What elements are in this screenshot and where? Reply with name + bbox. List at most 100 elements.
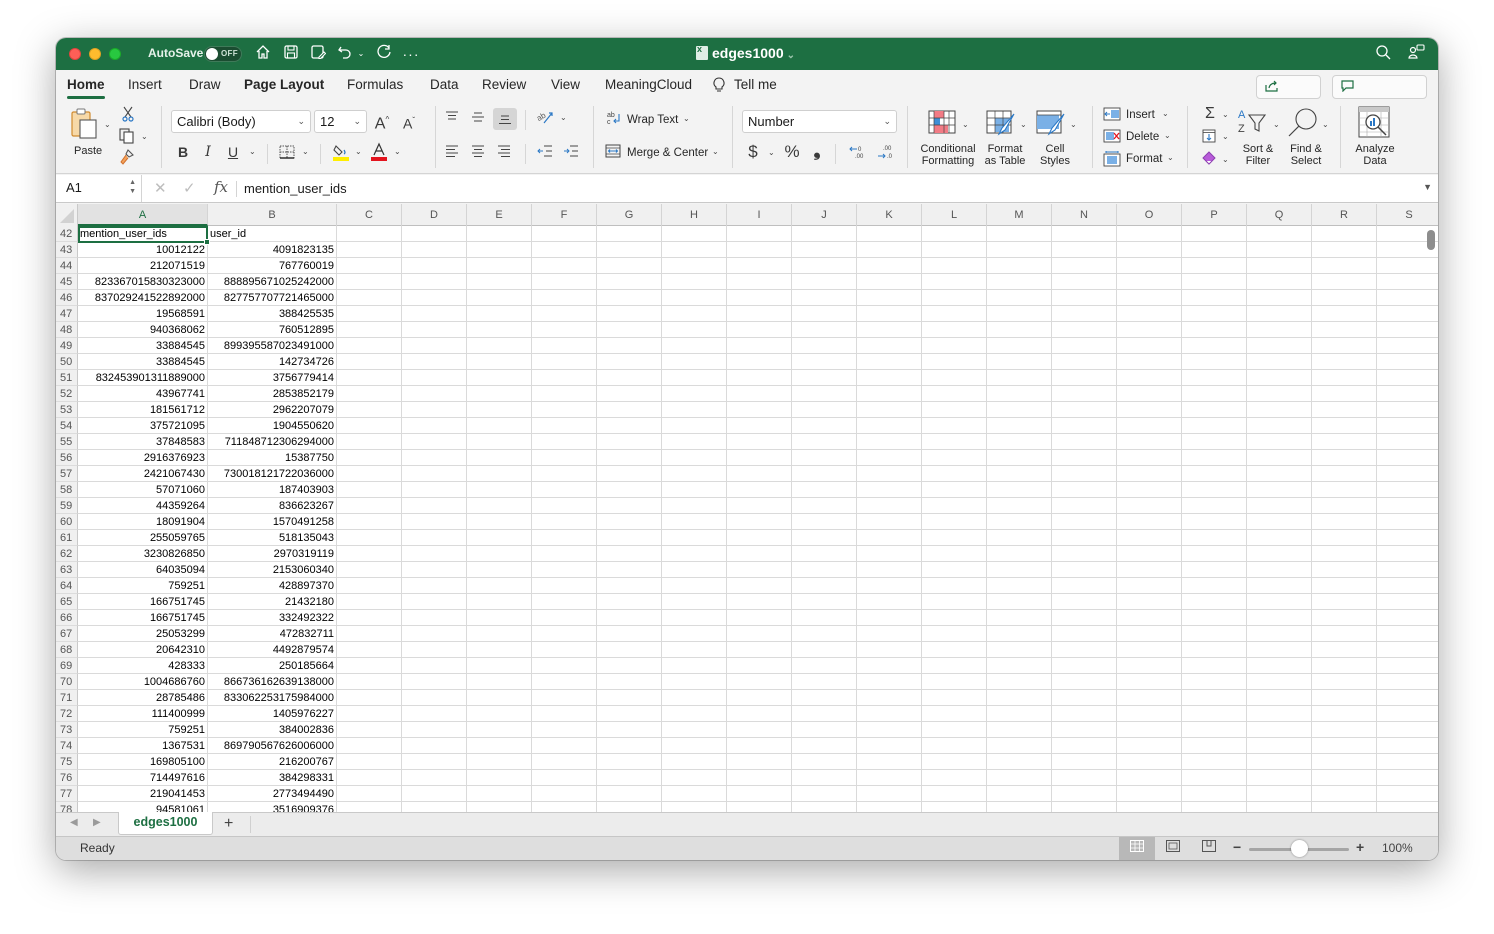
data-cell[interactable] bbox=[1312, 770, 1377, 786]
data-cell[interactable] bbox=[532, 530, 597, 546]
row-header[interactable]: 66 bbox=[56, 610, 78, 626]
data-cell[interactable] bbox=[1247, 258, 1312, 274]
column-header-r[interactable]: R bbox=[1312, 204, 1377, 226]
data-cell[interactable] bbox=[662, 626, 727, 642]
data-cell[interactable] bbox=[1182, 594, 1247, 610]
copy-dropdown-chevron-icon[interactable]: ⌄ bbox=[141, 132, 148, 141]
data-cell[interactable] bbox=[1182, 370, 1247, 386]
align-left-icon[interactable] bbox=[444, 144, 460, 160]
data-cell[interactable] bbox=[1247, 754, 1312, 770]
row-header[interactable]: 42 bbox=[56, 226, 78, 242]
data-cell[interactable] bbox=[792, 530, 857, 546]
data-cell[interactable]: 2421067430 bbox=[78, 466, 208, 482]
data-cell[interactable] bbox=[1247, 418, 1312, 434]
data-cell[interactable] bbox=[1377, 402, 1438, 418]
data-cell[interactable] bbox=[662, 354, 727, 370]
data-cell[interactable] bbox=[1312, 786, 1377, 802]
data-cell[interactable] bbox=[857, 610, 922, 626]
data-cell[interactable] bbox=[597, 274, 662, 290]
cell-styles-icon[interactable] bbox=[1036, 110, 1066, 139]
data-cell[interactable] bbox=[1377, 594, 1438, 610]
data-cell[interactable]: 388425535 bbox=[208, 306, 337, 322]
data-cell[interactable] bbox=[662, 402, 727, 418]
data-cell[interactable] bbox=[337, 450, 402, 466]
row-header[interactable]: 62 bbox=[56, 546, 78, 562]
data-cell[interactable] bbox=[337, 802, 402, 812]
data-cell[interactable] bbox=[1117, 242, 1182, 258]
zoom-slider-thumb[interactable] bbox=[1291, 840, 1308, 857]
row-header[interactable]: 75 bbox=[56, 754, 78, 770]
data-cell[interactable] bbox=[662, 258, 727, 274]
conditional-formatting-dropdown-chevron-icon[interactable]: ⌄ bbox=[962, 120, 969, 129]
row-header[interactable]: 50 bbox=[56, 354, 78, 370]
data-cell[interactable] bbox=[727, 242, 792, 258]
data-cell[interactable] bbox=[467, 386, 532, 402]
data-cell[interactable]: 33884545 bbox=[78, 338, 208, 354]
data-cell[interactable] bbox=[857, 530, 922, 546]
column-header-s[interactable]: S bbox=[1377, 204, 1438, 226]
data-cell[interactable] bbox=[1377, 498, 1438, 514]
column-header-l[interactable]: L bbox=[922, 204, 987, 226]
data-cell[interactable] bbox=[1117, 642, 1182, 658]
data-cell[interactable] bbox=[922, 434, 987, 450]
data-cell[interactable] bbox=[597, 290, 662, 306]
data-cell[interactable] bbox=[792, 690, 857, 706]
data-cell[interactable]: 18091904 bbox=[78, 514, 208, 530]
data-cell[interactable] bbox=[337, 722, 402, 738]
data-cell[interactable] bbox=[532, 610, 597, 626]
data-cell[interactable] bbox=[337, 354, 402, 370]
data-cell[interactable] bbox=[662, 370, 727, 386]
data-cell[interactable] bbox=[1117, 434, 1182, 450]
borders-icon[interactable] bbox=[278, 144, 296, 163]
data-cell[interactable] bbox=[597, 594, 662, 610]
align-center-icon[interactable] bbox=[470, 144, 486, 160]
data-cell[interactable] bbox=[337, 690, 402, 706]
data-cell[interactable] bbox=[467, 546, 532, 562]
data-cell[interactable] bbox=[792, 498, 857, 514]
data-cell[interactable] bbox=[792, 482, 857, 498]
data-cell[interactable] bbox=[532, 802, 597, 812]
analyze-data-label[interactable]: Analyze Data bbox=[1354, 143, 1396, 167]
data-cell[interactable]: 43967741 bbox=[78, 386, 208, 402]
data-cell[interactable]: 714497616 bbox=[78, 770, 208, 786]
delete-cells-icon[interactable] bbox=[1103, 129, 1121, 146]
data-cell[interactable] bbox=[792, 722, 857, 738]
data-cell[interactable] bbox=[857, 434, 922, 450]
data-cell[interactable] bbox=[532, 274, 597, 290]
data-cell[interactable] bbox=[662, 498, 727, 514]
data-cell[interactable]: 940368062 bbox=[78, 322, 208, 338]
row-header[interactable]: 58 bbox=[56, 482, 78, 498]
increase-decimal-icon[interactable]: 0.00 bbox=[848, 144, 868, 163]
data-cell[interactable] bbox=[402, 338, 467, 354]
data-cell[interactable] bbox=[1117, 578, 1182, 594]
data-cell[interactable] bbox=[857, 562, 922, 578]
wrap-text-button[interactable]: Wrap Text bbox=[627, 113, 678, 127]
data-cell[interactable] bbox=[1312, 338, 1377, 354]
data-cell[interactable] bbox=[1182, 802, 1247, 812]
data-cell[interactable] bbox=[1312, 482, 1377, 498]
data-cell[interactable] bbox=[1247, 402, 1312, 418]
data-cell[interactable] bbox=[597, 354, 662, 370]
data-cell[interactable] bbox=[857, 802, 922, 812]
data-cell[interactable] bbox=[1312, 354, 1377, 370]
data-cell[interactable] bbox=[1312, 594, 1377, 610]
save-as-icon[interactable] bbox=[309, 44, 327, 64]
data-cell[interactable] bbox=[987, 546, 1052, 562]
data-cell[interactable] bbox=[1247, 322, 1312, 338]
data-cell[interactable] bbox=[662, 242, 727, 258]
align-bottom-icon[interactable] bbox=[493, 108, 517, 130]
format-cells-button[interactable]: Format bbox=[1126, 152, 1162, 166]
row-header[interactable]: 77 bbox=[56, 786, 78, 802]
data-cell[interactable] bbox=[857, 706, 922, 722]
data-cell[interactable]: 332492322 bbox=[208, 610, 337, 626]
insert-cells-icon[interactable] bbox=[1103, 107, 1121, 124]
share-button[interactable]: Share bbox=[1256, 75, 1321, 116]
data-cell[interactable] bbox=[1247, 370, 1312, 386]
underline-button[interactable]: U bbox=[226, 144, 240, 160]
data-cell[interactable] bbox=[1052, 242, 1117, 258]
data-cell[interactable] bbox=[467, 530, 532, 546]
data-cell[interactable] bbox=[1247, 530, 1312, 546]
data-cell[interactable] bbox=[1312, 530, 1377, 546]
data-cell[interactable] bbox=[922, 802, 987, 812]
decrease-decimal-icon[interactable]: .00.0 bbox=[876, 144, 896, 163]
